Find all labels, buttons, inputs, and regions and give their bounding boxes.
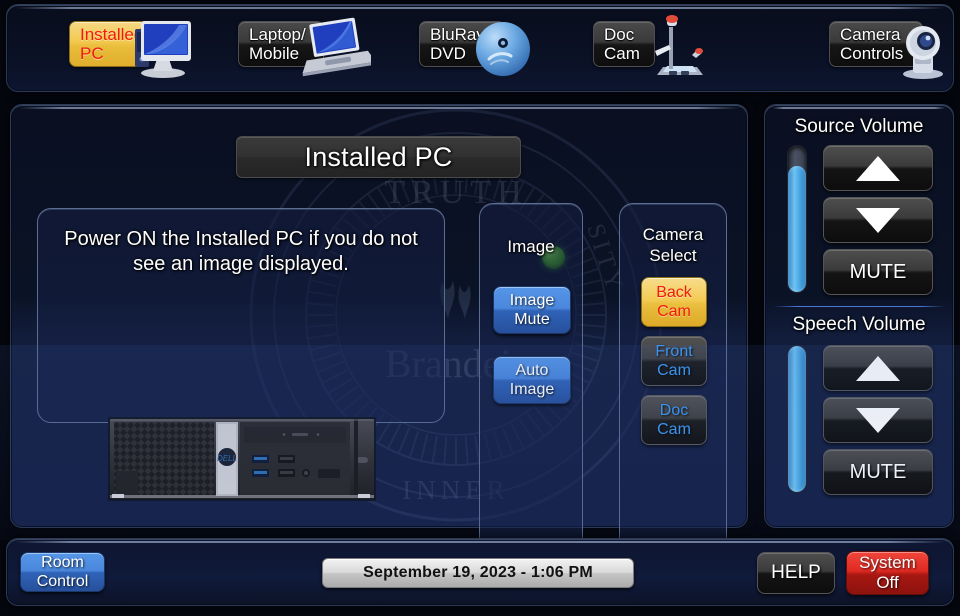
camera-panel-title: Camera Select [642,225,704,265]
source-selection-bar: Installed PC Laptop/ Mobile BluRay/ DVD … [6,4,954,92]
clock-display: September 19, 2023 - 1:06 PM [322,558,634,588]
speech-volume-up-button[interactable] [823,345,933,391]
dell-desktop-pc-image: DELL [108,417,376,501]
clock-text: September 19, 2023 - 1:06 PM [363,564,593,581]
main-content-panel: TRUTH Brandeis INNER ITS SITY Installed … [10,104,748,561]
instruction-text: Power ON the Installed PC if you do not … [64,228,418,275]
camera-button-doc-cam[interactable]: Doc Cam [641,395,707,445]
source-button-label: BluRay/ DVD [430,25,490,63]
source-volume-title: Source Volume [794,116,924,137]
source-button-label: Camera Controls [840,25,904,63]
image-mute-button[interactable]: Image Mute [493,286,571,334]
image-control-panel: Image Image Mute Auto Image [479,203,583,561]
camera-select-panel: Camera Select Back Cam Front Cam Doc Cam [619,203,727,561]
source-button-laptop-mobile[interactable]: Laptop/ Mobile [238,21,324,67]
source-volume-down-button[interactable] [823,197,933,243]
source-volume-slider[interactable] [787,145,807,293]
triangle-up-icon [856,155,900,181]
camera-button-front-cam[interactable]: Front Cam [641,336,707,386]
camera-button-back-cam[interactable]: Back Cam [641,277,707,327]
triangle-down-icon [856,207,900,233]
help-button[interactable]: HELP [757,552,835,594]
page-title: Installed PC [304,141,453,172]
speech-volume-title: Speech Volume [792,314,926,335]
source-button-bluray-dvd[interactable]: BluRay/ DVD [419,21,505,67]
triangle-up-icon [856,355,900,381]
source-button-installed-pc[interactable]: Installed PC [69,21,147,67]
speech-volume-level [788,346,806,492]
speech-volume-down-button[interactable] [823,397,933,443]
source-volume-mute-button[interactable]: MUTE [823,249,933,295]
svg-text:DELL: DELL [217,454,237,463]
source-button-label: Doc Cam [604,25,640,63]
instruction-panel: Power ON the Installed PC if you do not … [37,208,445,501]
triangle-down-icon [856,407,900,433]
auto-image-button[interactable]: Auto Image [493,356,571,404]
volume-divider [773,306,945,307]
room-control-button[interactable]: Room Control [20,552,105,592]
system-off-button[interactable]: System Off [846,551,929,595]
source-button-camera-controls[interactable]: Camera Controls [829,21,923,67]
source-button-doc-cam[interactable]: Doc Cam [593,21,655,67]
touch-panel-screen: Installed PC Laptop/ Mobile BluRay/ DVD … [0,0,960,616]
source-button-label: Laptop/ Mobile [249,25,306,63]
volume-control-panel: Source Volume MUTE Speech Volume MUTE [764,104,954,528]
source-volume-up-button[interactable] [823,145,933,191]
speech-volume-mute-button[interactable]: MUTE [823,449,933,495]
source-button-label: Installed PC [80,25,144,63]
source-volume-level [788,166,806,292]
speech-volume-slider[interactable] [787,345,807,493]
image-panel-title: Image [507,237,555,256]
current-source-title-bar: Installed PC [236,136,521,178]
